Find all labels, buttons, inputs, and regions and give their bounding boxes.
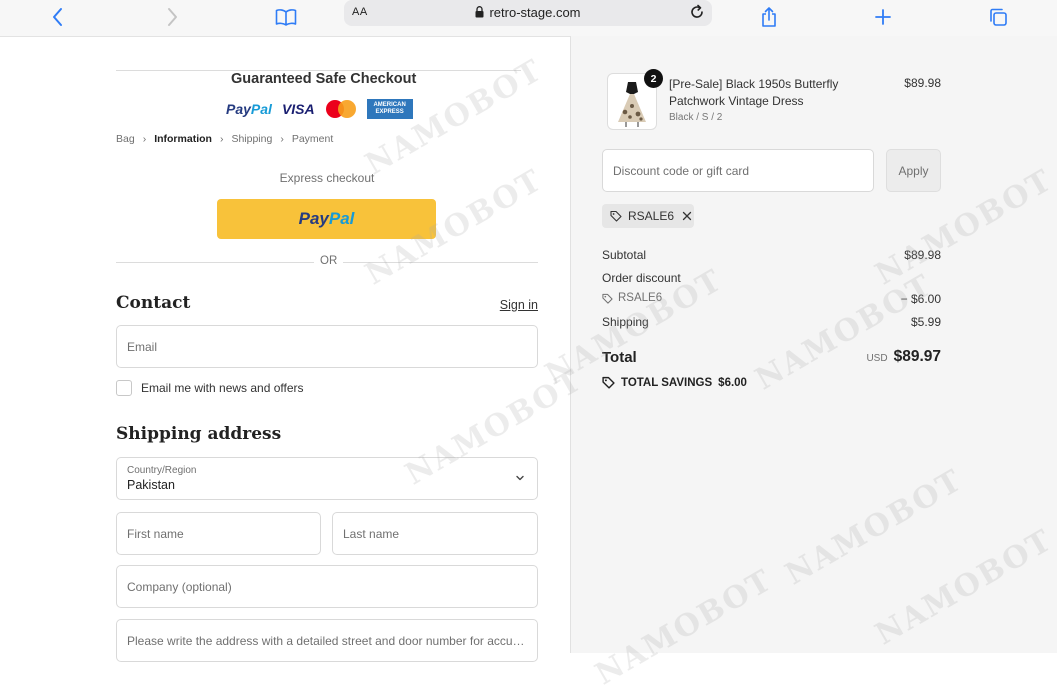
- savings-label: TOTAL SAVINGS: [621, 376, 713, 389]
- url-text: retro-stage.com: [489, 5, 581, 20]
- amex-logo: AMERICAN EXPRESS: [366, 99, 413, 119]
- mastercard-logo: [325, 99, 357, 119]
- newsletter-option: Email me with news and offers: [116, 379, 304, 397]
- chevron-left-icon: [53, 8, 62, 26]
- subtotal-label: Subtotal: [602, 248, 647, 262]
- product-name: [Pre-Sale] Black 1950s Butterfly Patchwo…: [669, 77, 839, 108]
- chevron-right-icon: ›: [280, 133, 284, 145]
- share-button[interactable]: [754, 3, 784, 31]
- first-name-field[interactable]: First name: [116, 512, 321, 555]
- contact-heading: Contact: [116, 293, 191, 313]
- forward-button[interactable]: [157, 3, 187, 31]
- paypal-button-text-2: Pal: [328, 209, 355, 228]
- discount-placeholder: Discount code or gift card: [613, 164, 750, 178]
- book-icon: [275, 9, 297, 26]
- email-placeholder: Email: [127, 339, 158, 354]
- newsletter-label: Email me with news and offers: [141, 381, 304, 395]
- applied-discount-chip: RSALE6: [602, 204, 694, 228]
- chevron-right-icon: [168, 8, 177, 26]
- apply-button[interactable]: Apply: [886, 149, 941, 192]
- breadcrumb-payment: Payment: [291, 133, 334, 145]
- breadcrumb-information: Information: [154, 133, 212, 145]
- tabs-icon: [990, 8, 1007, 26]
- order-summary: 2 [Pre-Sale] Black 1950s Butterfly Patch…: [570, 36, 1057, 653]
- breadcrumb-bag[interactable]: Bag: [116, 133, 135, 145]
- country-select[interactable]: Country/Region Pakistan: [116, 457, 538, 500]
- chevron-down-icon: [516, 475, 524, 481]
- paypal-express-button[interactable]: Pay Pal: [217, 199, 436, 239]
- back-button[interactable]: [43, 3, 73, 31]
- browser-toolbar: AA retro-stage.com: [0, 0, 1057, 37]
- newsletter-checkbox[interactable]: [116, 380, 132, 396]
- express-checkout-label: Express checkout: [279, 171, 375, 185]
- country-label: Country/Region: [127, 465, 197, 476]
- total-label: Total: [602, 349, 637, 366]
- breadcrumb: Bag › Information › Shipping › Payment: [116, 133, 333, 145]
- shipping-value: $5.99: [910, 315, 941, 329]
- shipping-label: Shipping: [602, 315, 649, 329]
- order-discount-label: Order discount: [602, 271, 681, 285]
- address-placeholder: Please write the address with a detailed…: [127, 633, 527, 648]
- total-value-wrap: USD $89.97: [866, 348, 941, 366]
- shipping-address-heading: Shipping address: [116, 424, 282, 444]
- last-name-placeholder: Last name: [343, 526, 400, 541]
- shipping-row: Shipping $5.99: [602, 315, 941, 329]
- lock-icon: [475, 6, 484, 18]
- plus-icon: [875, 9, 891, 25]
- product-variant: Black / S / 2: [669, 112, 723, 123]
- savings-value: $6.00: [718, 376, 747, 389]
- tag-icon: [602, 376, 615, 389]
- total-value: $89.97: [893, 348, 941, 365]
- discount-code-line: RSALE6: [602, 292, 662, 304]
- payment-logos: PayPal VISA AMERICAN EXPRESS: [226, 98, 413, 120]
- subtotal-value: $89.98: [904, 248, 941, 262]
- chevron-right-icon: ›: [142, 133, 147, 145]
- company-placeholder: Company (optional): [127, 579, 232, 594]
- first-name-placeholder: First name: [127, 526, 184, 541]
- applied-code-text: RSALE6: [628, 209, 675, 223]
- company-field[interactable]: Company (optional): [116, 565, 538, 608]
- remove-discount-icon[interactable]: [682, 211, 692, 221]
- discount-value: − $6.00: [900, 292, 941, 306]
- address-bar[interactable]: AA retro-stage.com: [344, 0, 712, 26]
- email-field[interactable]: Email: [116, 325, 538, 368]
- subtotal-row: Subtotal $89.98: [602, 248, 941, 262]
- visa-logo: VISA: [281, 101, 315, 117]
- share-icon: [762, 7, 776, 27]
- address-field[interactable]: Please write the address with a detailed…: [116, 619, 538, 662]
- guarantee-title: Guaranteed Safe Checkout: [226, 71, 422, 87]
- new-tab-button[interactable]: [868, 3, 898, 31]
- tag-icon: [610, 210, 622, 222]
- or-separator: OR: [314, 255, 344, 267]
- discount-code-input[interactable]: Discount code or gift card: [602, 149, 874, 192]
- breadcrumb-shipping: Shipping: [231, 133, 273, 145]
- product-price: $89.98: [904, 76, 941, 90]
- paypal-button-text: Pay: [298, 209, 329, 228]
- quantity-badge: 2: [644, 69, 663, 88]
- country-value: Pakistan: [127, 478, 175, 492]
- paypal-logo: PayPal: [226, 101, 272, 117]
- sign-in-link[interactable]: Sign in: [500, 298, 538, 312]
- tabs-button[interactable]: [983, 3, 1013, 31]
- total-savings: TOTAL SAVINGS $6.00: [602, 376, 747, 389]
- order-discount-row: Order discount: [602, 271, 941, 285]
- bookmarks-button[interactable]: [271, 3, 301, 31]
- last-name-field[interactable]: Last name: [332, 512, 538, 555]
- currency-code: USD: [866, 353, 888, 364]
- tag-icon: [602, 293, 613, 304]
- discount-code-text: RSALE6: [618, 292, 663, 304]
- reload-icon[interactable]: [688, 3, 706, 21]
- chevron-right-icon: ›: [219, 133, 224, 145]
